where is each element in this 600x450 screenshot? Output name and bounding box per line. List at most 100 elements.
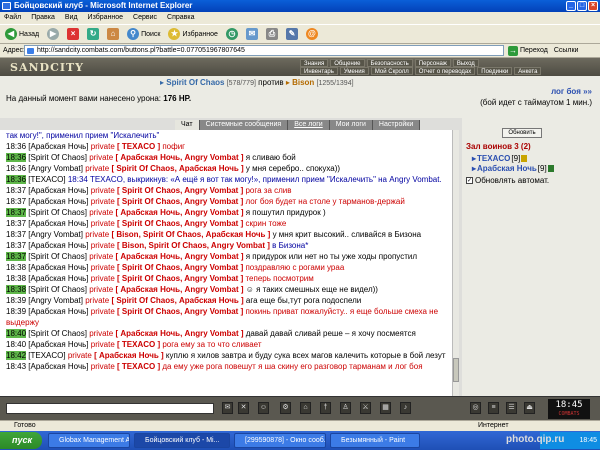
- message-recipients[interactable]: [ TEXACO ]: [117, 362, 160, 371]
- go-button[interactable]: → Переход: [508, 45, 548, 56]
- chat-scrollbar[interactable]: [452, 130, 459, 396]
- message-nick[interactable]: [Spirit Of Chaos]: [28, 329, 87, 338]
- task-ie[interactable]: Бойцовский клуб - Mi...: [134, 433, 230, 448]
- menu-icon[interactable]: ≡: [488, 402, 499, 414]
- message-nick[interactable]: [Арабская Ночь]: [28, 197, 88, 206]
- warrior-item[interactable]: ▸ TEXACO [9]: [472, 154, 528, 163]
- forward-button[interactable]: ▶: [45, 26, 61, 42]
- message-recipients[interactable]: [ Арабская Ночь ]: [94, 351, 164, 360]
- message-recipients[interactable]: [ Арабская Ночь, Angry Vombat ]: [115, 252, 243, 261]
- message-recipients[interactable]: [ Bison, Spirit Of Chaos, Арабская Ночь …: [111, 230, 270, 239]
- message-nick[interactable]: [Spirit Of Chaos]: [28, 285, 87, 294]
- menu-edit[interactable]: Правка: [31, 12, 55, 24]
- player1-name[interactable]: Spirit Of Chaos: [166, 78, 224, 87]
- chat-input[interactable]: [6, 403, 214, 414]
- refresh-button[interactable]: Обновить: [502, 128, 542, 138]
- menu-view[interactable]: Вид: [65, 12, 78, 24]
- message-recipients[interactable]: [ Spirit Of Chaos, Арабская Ночь ]: [111, 296, 243, 305]
- search-button[interactable]: ⚲ Поиск: [125, 26, 162, 42]
- message-nick[interactable]: [Арабская Ночь]: [28, 362, 88, 371]
- task-globax[interactable]: Globax Management App...: [48, 433, 130, 448]
- exit-icon[interactable]: ⏏: [524, 402, 535, 414]
- send-icon[interactable]: ✉: [222, 402, 233, 414]
- map-icon[interactable]: ▦: [380, 402, 391, 414]
- list-icon[interactable]: ☰: [506, 402, 517, 414]
- warrior-name[interactable]: TEXACO: [477, 154, 510, 163]
- auto-update-checkbox[interactable]: ✓: [466, 177, 473, 184]
- message-recipients[interactable]: [ Spirit Of Chaos, Арабская Ночь ]: [111, 164, 243, 173]
- lock-icon[interactable]: ⌂: [300, 402, 311, 414]
- fight-icon[interactable]: ⚔: [360, 402, 371, 414]
- refresh-button[interactable]: ↻: [85, 26, 101, 42]
- note-icon[interactable]: ♪: [400, 402, 411, 414]
- nav-scroll[interactable]: Мой Скролл: [370, 67, 413, 75]
- message-recipients[interactable]: [ Арабская Ночь, Angry Vombat ]: [115, 285, 243, 294]
- group-icon[interactable]: ◎: [470, 402, 481, 414]
- message-nick[interactable]: [Арабская Ночь]: [28, 219, 88, 228]
- message-recipients[interactable]: [ Spirit Of Chaos, Angry Vombat ]: [117, 186, 243, 195]
- warrior-item[interactable]: ▸ Арабская Ночь [9]: [472, 164, 554, 173]
- nav-inventory[interactable]: Инвентарь: [300, 67, 338, 75]
- message-recipients[interactable]: [ Bison, Spirit Of Chaos, Angry Vombat ]: [117, 241, 270, 250]
- menu-help[interactable]: Справка: [167, 12, 194, 24]
- tab-my-logs[interactable]: Мои логи: [329, 120, 373, 130]
- message-recipients[interactable]: [ Spirit Of Chaos, Angry Vombat ]: [117, 263, 243, 272]
- message-nick[interactable]: [Angry Vombat]: [28, 230, 83, 239]
- history-button[interactable]: ◷: [224, 26, 240, 42]
- message-recipients[interactable]: [ Spirit Of Chaos, Angry Vombat ]: [117, 274, 243, 283]
- nav-communication[interactable]: Общение: [330, 59, 365, 67]
- message-recipients[interactable]: [ Арабская Ночь, Angry Vombat ]: [115, 153, 243, 162]
- nav-transfers[interactable]: Отчет о переводах: [414, 67, 476, 75]
- message-recipients[interactable]: [ Арабская Ночь, Angry Vombat ]: [115, 329, 243, 338]
- tab-all-logs[interactable]: Все логи: [288, 120, 330, 130]
- nav-skills[interactable]: Умения: [339, 67, 369, 75]
- message-nick[interactable]: [TEXACO]: [28, 175, 65, 184]
- nav-security[interactable]: Безопасность: [366, 59, 413, 67]
- sword-icon[interactable]: †: [320, 402, 331, 414]
- stop-button[interactable]: ×: [65, 26, 81, 42]
- message-recipients[interactable]: [ TEXACO ]: [117, 142, 160, 151]
- address-input[interactable]: http://sandcity.combats.com/buttons.pl?b…: [24, 45, 504, 56]
- warrior-name[interactable]: Арабская Ночь: [477, 164, 537, 173]
- tab-system[interactable]: Системные сообщения: [199, 120, 289, 130]
- player2-name[interactable]: Bison: [292, 78, 314, 87]
- message-nick[interactable]: [Spirit Of Chaos]: [28, 208, 87, 217]
- nav-fights[interactable]: Поединки: [477, 67, 513, 75]
- links-button[interactable]: Ссылки: [554, 47, 579, 54]
- nav-character[interactable]: Персонаж: [414, 59, 451, 67]
- minimize-button[interactable]: _: [566, 1, 576, 11]
- nav-knowledge[interactable]: Знания: [300, 59, 329, 67]
- message-nick[interactable]: [Арабская Ночь]: [28, 186, 88, 195]
- person-icon[interactable]: ♙: [340, 402, 351, 414]
- task-qip[interactable]: [299590878] - Окно сооб...: [234, 433, 326, 448]
- home-button[interactable]: ⌂: [105, 26, 121, 42]
- battle-log-link[interactable]: лог боя »»: [551, 87, 592, 96]
- settings-icon[interactable]: ⚙: [280, 402, 291, 414]
- message-recipients[interactable]: [ Spirit Of Chaos, Angry Vombat ]: [117, 307, 243, 316]
- nav-exit[interactable]: Выход: [452, 59, 479, 67]
- clear-icon[interactable]: ✕: [238, 402, 249, 414]
- tab-chat[interactable]: Чат: [175, 120, 200, 130]
- message-nick[interactable]: [Арабская Ночь]: [28, 340, 88, 349]
- messenger-button[interactable]: @: [304, 26, 320, 42]
- favorites-button[interactable]: ★ Избранное: [166, 26, 219, 42]
- mail-button[interactable]: ✉: [244, 26, 260, 42]
- message-nick[interactable]: [Angry Vombat]: [28, 296, 83, 305]
- message-recipients[interactable]: [ Spirit Of Chaos, Angry Vombat ]: [117, 219, 243, 228]
- message-nick[interactable]: [Арабская Ночь]: [28, 274, 88, 283]
- maximize-button[interactable]: □: [577, 1, 587, 11]
- menu-file[interactable]: Файл: [4, 12, 21, 24]
- print-button[interactable]: ⎙: [264, 26, 280, 42]
- message-recipients[interactable]: [ Spirit Of Chaos, Angry Vombat ]: [117, 197, 243, 206]
- message-nick[interactable]: [Арабская Ночь]: [28, 142, 88, 151]
- nav-profile[interactable]: Анкета: [514, 67, 542, 75]
- message-nick[interactable]: [Арабская Ночь]: [28, 263, 88, 272]
- message-nick[interactable]: [Spirit Of Chaos]: [28, 252, 87, 261]
- message-nick[interactable]: [Angry Vombat]: [28, 164, 83, 173]
- message-nick[interactable]: [Арабская Ночь]: [28, 307, 88, 316]
- message-recipients[interactable]: [ Арабская Ночь, Angry Vombat ]: [115, 208, 243, 217]
- message-nick[interactable]: [Арабская Ночь]: [28, 241, 88, 250]
- task-paint[interactable]: Безымянный - Paint: [330, 433, 420, 448]
- smile-icon[interactable]: ☺: [258, 402, 269, 414]
- scroll-thumb[interactable]: [453, 358, 459, 382]
